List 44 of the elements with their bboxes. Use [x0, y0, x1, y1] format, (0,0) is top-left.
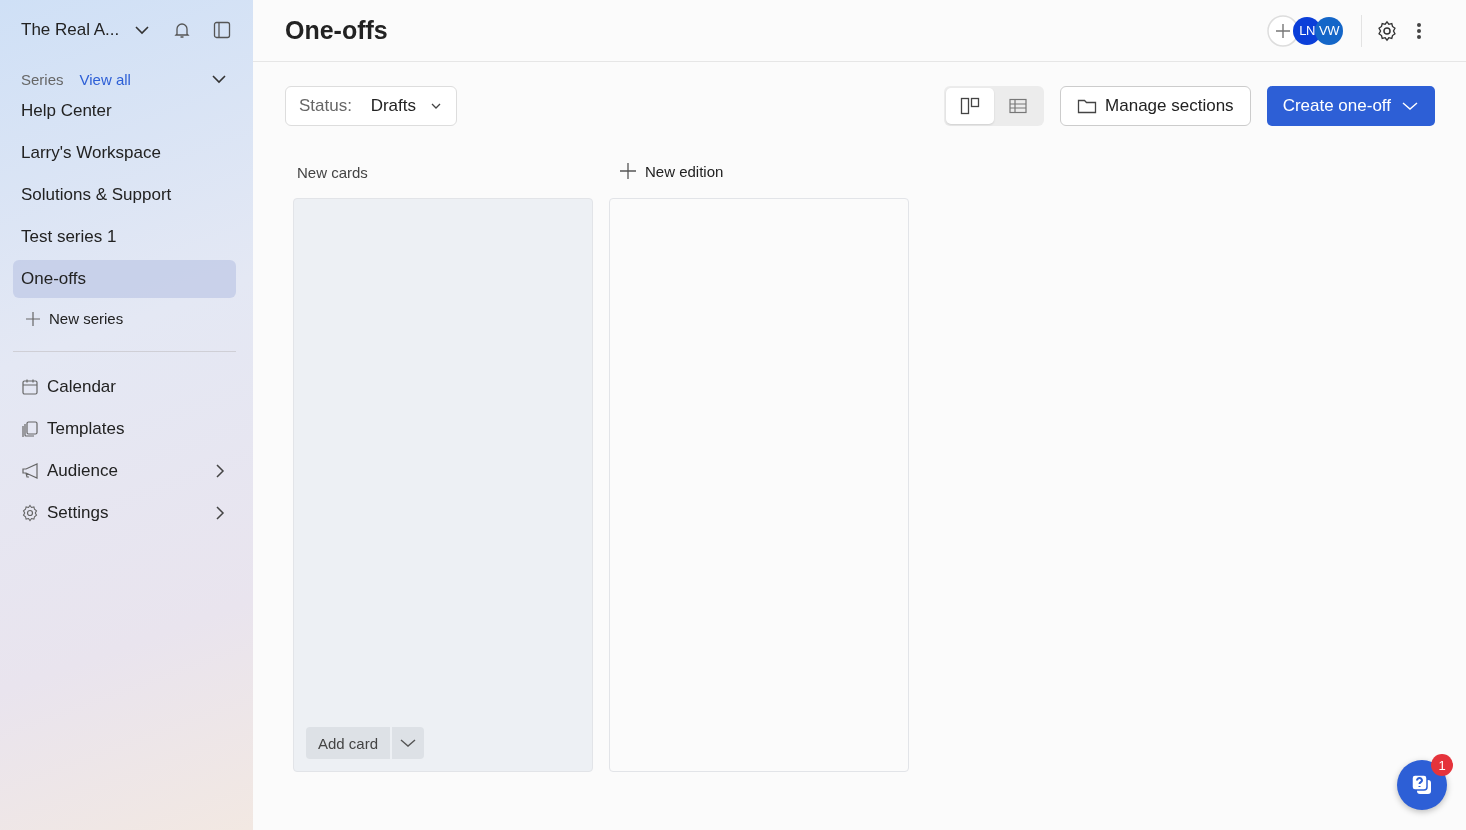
series-item[interactable]: Test series 1: [13, 218, 236, 256]
nav-label: Calendar: [47, 377, 116, 397]
workspace-name[interactable]: The Real A...: [21, 20, 133, 40]
series-label: Series: [21, 70, 64, 88]
series-item[interactable]: Solutions & Support: [13, 176, 236, 214]
nav-label: Audience: [47, 461, 118, 481]
view-all-link[interactable]: View all: [79, 70, 131, 88]
chevron-down-icon: [1401, 100, 1419, 112]
calendar-icon: [21, 378, 39, 396]
add-card-button[interactable]: Add card: [306, 727, 391, 759]
notification-badge: 1: [1431, 754, 1453, 776]
avatar[interactable]: VW: [1315, 16, 1343, 45]
chevron-down-icon: [399, 737, 418, 749]
copy-icon: [21, 420, 39, 438]
new-edition-button[interactable]: New edition: [609, 156, 734, 186]
manage-sections-button[interactable]: Manage sections: [1060, 86, 1251, 126]
page-title: One-offs: [285, 16, 389, 45]
plus-icon: [619, 162, 637, 180]
new-series-button[interactable]: New series: [13, 300, 236, 337]
series-item[interactable]: Help Center: [13, 92, 236, 130]
settings-icon: [21, 504, 39, 522]
megaphone-icon: [21, 462, 39, 480]
nav-item[interactable]: Settings: [13, 494, 236, 532]
more-icon[interactable]: [1416, 21, 1422, 40]
help-button[interactable]: [1397, 760, 1447, 810]
settings-icon[interactable]: [1376, 19, 1398, 42]
nav-label: Settings: [47, 503, 109, 523]
bell-icon[interactable]: [173, 21, 191, 39]
sidebar-toggle-icon[interactable]: [213, 21, 231, 39]
plus-icon: [25, 310, 41, 327]
series-item[interactable]: One-offs: [13, 260, 236, 298]
series-item[interactable]: Larry's Workspace: [13, 134, 236, 172]
nav-item[interactable]: Calendar: [13, 368, 236, 406]
column-title: New cards: [296, 163, 369, 183]
folder-icon: [1077, 97, 1098, 115]
board-view-button[interactable]: [946, 88, 995, 124]
status-filter-dropdown[interactable]: Status: Drafts: [285, 86, 457, 126]
nav-item[interactable]: Templates: [13, 410, 236, 448]
nav-item[interactable]: Audience: [13, 452, 236, 490]
board-icon: [960, 97, 981, 115]
create-one-off-button[interactable]: Create one-off: [1266, 86, 1435, 126]
add-card-menu-button[interactable]: [392, 727, 425, 759]
table-icon: [1008, 97, 1029, 115]
nav-label: Templates: [47, 419, 125, 439]
